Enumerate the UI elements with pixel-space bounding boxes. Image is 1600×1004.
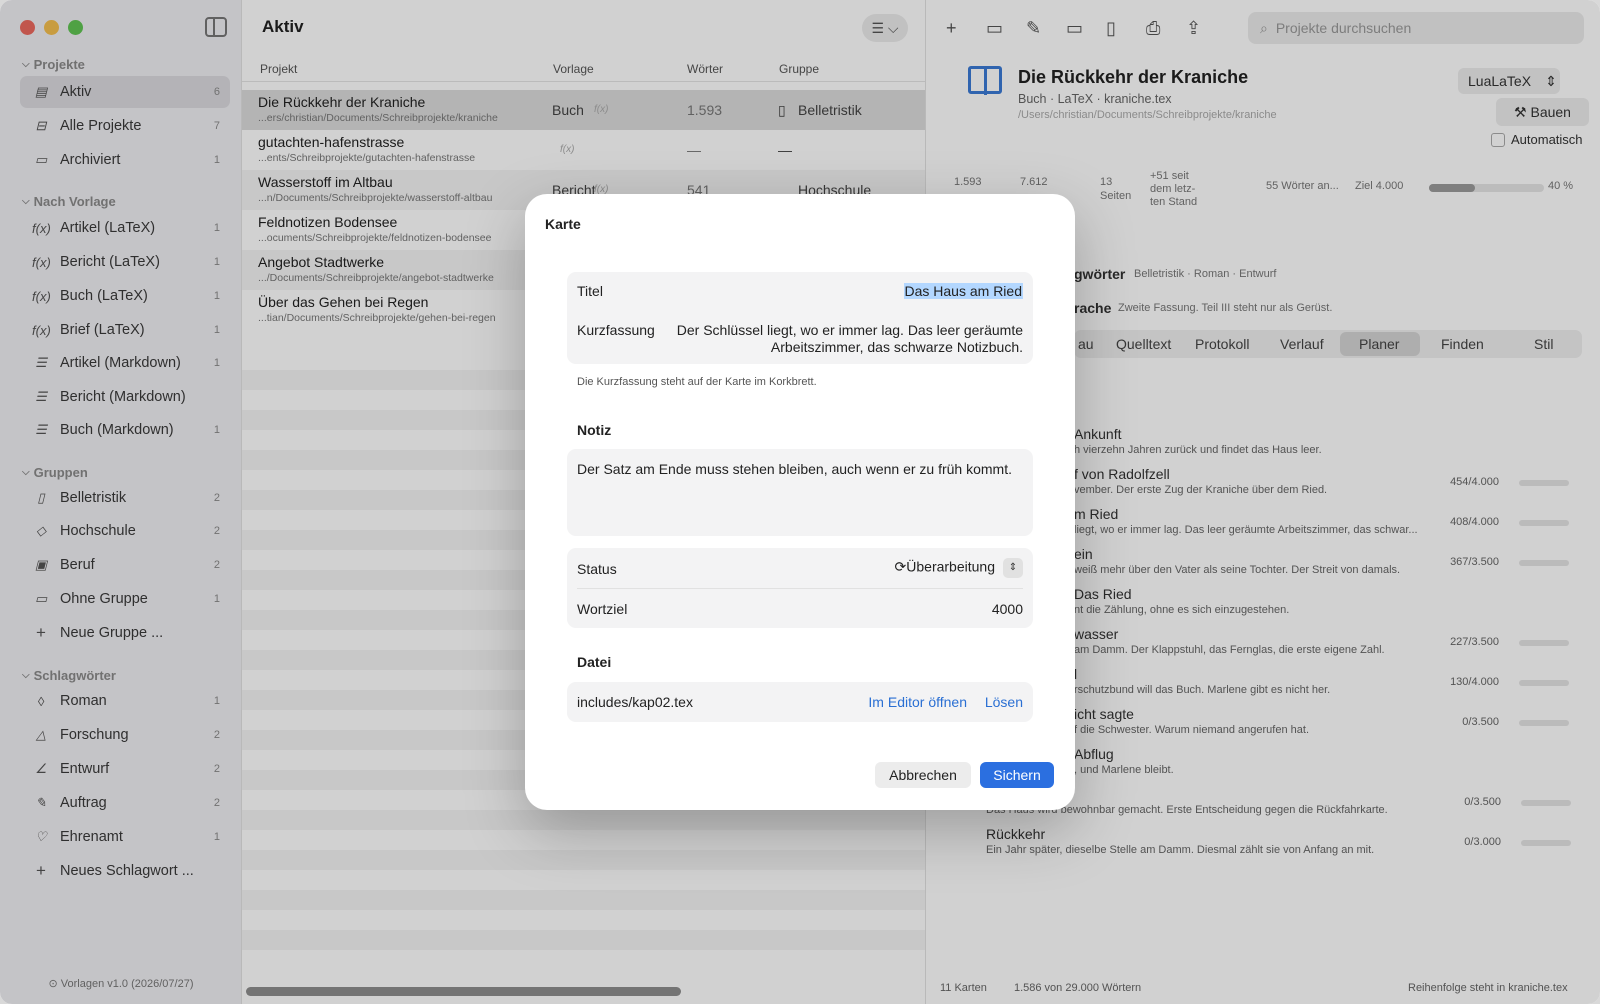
dialog-title: Karte xyxy=(545,216,581,232)
updown-chevron-icon: ⇕ xyxy=(1003,558,1023,578)
app-window: ⌵ Projekte ▤ Aktiv 6 ⊟ Alle Projekte 7 ▭ Archi… xyxy=(0,0,1600,1004)
word-goal-label: Wortziel xyxy=(577,601,628,617)
summary-label: Kurzfassung xyxy=(577,322,655,338)
note-field[interactable]: Der Satz am Ende muss stehen bleiben, au… xyxy=(567,449,1033,536)
status-label: Status xyxy=(577,561,617,577)
status-goal-group: Status ⟳Überarbeitung ⇕ Wortziel 4000 xyxy=(567,548,1033,628)
status-select[interactable]: ⟳Überarbeitung ⇕ xyxy=(895,558,1023,578)
card-dialog: Karte Titel Das Haus am Ried Kurzfassung… xyxy=(525,194,1075,810)
save-button[interactable]: Sichern xyxy=(980,762,1054,788)
summary-field[interactable]: Der Schlüssel liegt, wo er immer lag. Da… xyxy=(677,322,1023,356)
file-group: includes/kap02.tex Im Editor öffnen Löse… xyxy=(567,682,1033,722)
title-label: Titel xyxy=(577,283,603,299)
note-section-label: Notiz xyxy=(577,422,612,438)
refresh-icon: ⟳ xyxy=(894,558,907,575)
title-field[interactable]: Das Haus am Ried xyxy=(903,283,1023,299)
cancel-button[interactable]: Abbrechen xyxy=(875,762,971,788)
word-goal-field[interactable]: 4000 xyxy=(992,601,1023,617)
title-summary-group: Titel Das Haus am Ried Kurzfassung Der S… xyxy=(567,272,1033,364)
file-path: includes/kap02.tex xyxy=(577,694,693,710)
file-section-label: Datei xyxy=(577,654,612,670)
summary-hint: Die Kurzfassung steht auf der Karte im K… xyxy=(577,376,817,388)
open-in-editor-link[interactable]: Im Editor öffnen xyxy=(868,694,967,710)
detach-file-link[interactable]: Lösen xyxy=(985,694,1023,710)
